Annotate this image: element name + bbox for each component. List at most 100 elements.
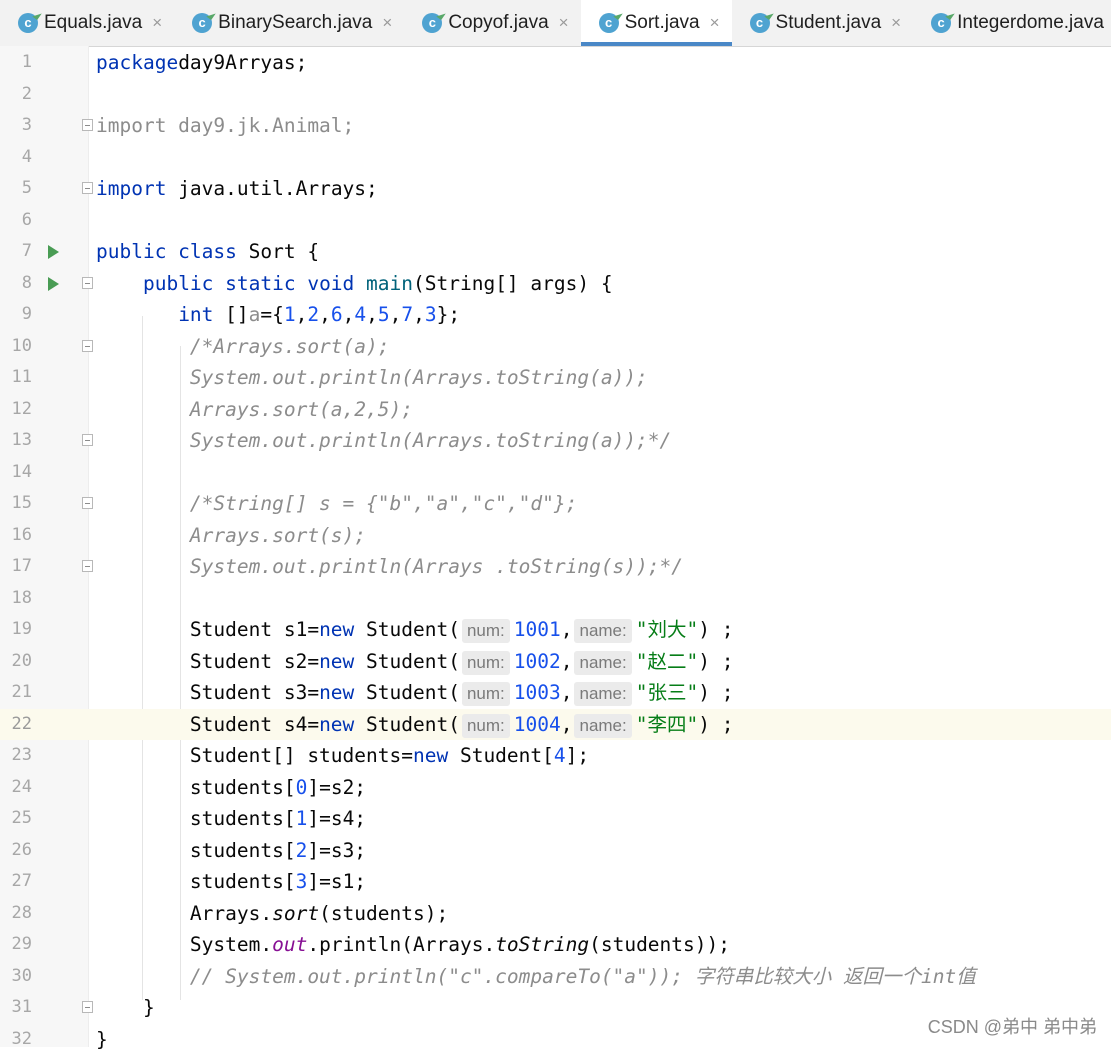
code-line[interactable]: 9 int []a={1,2,6,4,5,7,3};	[0, 299, 1111, 331]
code-token: new	[413, 744, 448, 767]
fold-icon[interactable]	[82, 119, 93, 131]
code-line[interactable]: 7public class Sort {	[0, 236, 1111, 268]
java-class-icon: c	[599, 13, 619, 33]
code-token: System.	[96, 933, 272, 956]
tab-integerdome[interactable]: cIntegerdome.java×	[913, 0, 1111, 45]
close-icon[interactable]: ×	[382, 13, 392, 33]
code-line[interactable]: 22 Student s4=new Student(num:1004,name:…	[0, 709, 1111, 741]
code-line[interactable]: 18	[0, 583, 1111, 615]
code-line[interactable]: 1packageday9Arryas;	[0, 47, 1111, 79]
code-line[interactable]: 13 System.out.println(Arrays.toString(a)…	[0, 425, 1111, 457]
close-icon[interactable]: ×	[710, 13, 720, 33]
code-token: 7	[401, 303, 413, 326]
code-token	[96, 398, 190, 421]
code-line[interactable]: 28 Arrays.sort(students);	[0, 898, 1111, 930]
code-text: import java.util.Arrays;	[96, 173, 378, 205]
code-line[interactable]: 15 /*String[] s = {"b","a","c","d"};	[0, 488, 1111, 520]
code-text: students[1]=s4;	[96, 803, 366, 835]
parameter-hint: name:	[574, 714, 631, 738]
fold-icon[interactable]	[82, 340, 93, 352]
fold-icon[interactable]	[82, 434, 93, 446]
tab-equals[interactable]: cEquals.java×	[0, 0, 174, 45]
tab-label: BinarySearch.java	[218, 12, 372, 34]
fold-icon[interactable]	[82, 182, 93, 194]
code-line[interactable]: 11 System.out.println(Arrays.toString(a)…	[0, 362, 1111, 394]
code-line[interactable]: 30 // System.out.println("c".compareTo("…	[0, 961, 1111, 993]
close-icon[interactable]: ×	[891, 13, 901, 33]
code-token: ]=s3;	[307, 839, 366, 862]
close-icon[interactable]: ×	[559, 13, 569, 33]
code-line[interactable]: 2	[0, 79, 1111, 111]
code-token: Student s4=	[96, 713, 319, 736]
code-token: 1004	[514, 713, 561, 736]
close-icon[interactable]: ×	[152, 13, 162, 33]
tab-copyof[interactable]: cCopyof.java×	[404, 0, 580, 45]
fold-icon[interactable]	[82, 1001, 93, 1013]
code-token: day9Arryas;	[178, 51, 307, 74]
code-line[interactable]: 14	[0, 457, 1111, 489]
code-token: new	[319, 713, 354, 736]
parameter-hint: name:	[574, 619, 631, 643]
run-icon[interactable]	[48, 245, 59, 259]
code-line[interactable]: 27 students[3]=s1;	[0, 866, 1111, 898]
code-line[interactable]: 24 students[0]=s2;	[0, 772, 1111, 804]
code-line[interactable]: 6	[0, 205, 1111, 237]
code-token: new	[319, 618, 354, 641]
code-text: Arrays.sort(a,2,5);	[96, 394, 413, 426]
code-token: new	[319, 681, 354, 704]
line-number: 3	[0, 110, 32, 142]
code-token: 1	[296, 807, 308, 830]
code-line[interactable]: 20 Student s2=new Student(num:1002,name:…	[0, 646, 1111, 678]
code-token: ]=s1;	[307, 870, 366, 893]
code-token: students[	[96, 870, 296, 893]
tab-sort[interactable]: cSort.java×	[581, 0, 732, 45]
code-token: Arrays.sort(a,2,5);	[190, 398, 413, 421]
code-token: students[	[96, 807, 296, 830]
code-token: Sort {	[237, 240, 319, 263]
tab-label: Integerdome.java	[957, 12, 1104, 34]
code-token: (String[] args) {	[413, 272, 613, 295]
fold-icon[interactable]	[82, 560, 93, 572]
fold-icon[interactable]	[82, 277, 93, 289]
line-number: 24	[0, 772, 32, 804]
code-token: []	[213, 303, 248, 326]
run-icon[interactable]	[48, 277, 59, 291]
code-token: Student(	[354, 713, 460, 736]
code-text: /*Arrays.sort(a);	[96, 331, 390, 363]
code-token: ,	[296, 303, 308, 326]
code-token: ) ;	[698, 618, 733, 641]
code-line[interactable]: 5import java.util.Arrays;	[0, 173, 1111, 205]
tab-label: Copyof.java	[448, 12, 548, 34]
code-line[interactable]: 16 Arrays.sort(s);	[0, 520, 1111, 552]
code-token: ,	[561, 650, 573, 673]
code-line[interactable]: 23 Student[] students=new Student[4];	[0, 740, 1111, 772]
code-token: ]=s2;	[307, 776, 366, 799]
tab-student[interactable]: cStudent.java×	[732, 0, 914, 45]
code-line[interactable]: 26 students[2]=s3;	[0, 835, 1111, 867]
code-text: Student[] students=new Student[4];	[96, 740, 589, 772]
code-line[interactable]: 29 System.out.println(Arrays.toString(st…	[0, 929, 1111, 961]
code-token: ,	[561, 618, 573, 641]
code-token: sort	[272, 902, 319, 925]
line-number: 26	[0, 835, 32, 867]
code-editor[interactable]: 1packageday9Arryas;23import day9.jk.Anim…	[0, 46, 1111, 1047]
code-line[interactable]: 4	[0, 142, 1111, 174]
code-line[interactable]: 21 Student s3=new Student(num:1003,name:…	[0, 677, 1111, 709]
code-text: Arrays.sort(s);	[96, 520, 366, 552]
code-token: }	[96, 1028, 108, 1051]
code-text: public class Sort {	[96, 236, 319, 268]
code-line[interactable]: 3import day9.jk.Animal;	[0, 110, 1111, 142]
code-token	[96, 492, 190, 515]
tab-binarysearch[interactable]: cBinarySearch.java×	[174, 0, 404, 45]
code-line[interactable]: 8 public static void main(String[] args)…	[0, 268, 1111, 300]
fold-icon[interactable]	[82, 497, 93, 509]
line-number: 23	[0, 740, 32, 772]
code-line[interactable]: 19 Student s1=new Student(num:1001,name:…	[0, 614, 1111, 646]
code-token: Student s2=	[96, 650, 319, 673]
code-line[interactable]: 17 System.out.println(Arrays .toString(s…	[0, 551, 1111, 583]
line-number: 2	[0, 79, 32, 111]
code-line[interactable]: 25 students[1]=s4;	[0, 803, 1111, 835]
code-line[interactable]: 10 /*Arrays.sort(a);	[0, 331, 1111, 363]
line-number: 31	[0, 992, 32, 1024]
code-line[interactable]: 12 Arrays.sort(a,2,5);	[0, 394, 1111, 426]
